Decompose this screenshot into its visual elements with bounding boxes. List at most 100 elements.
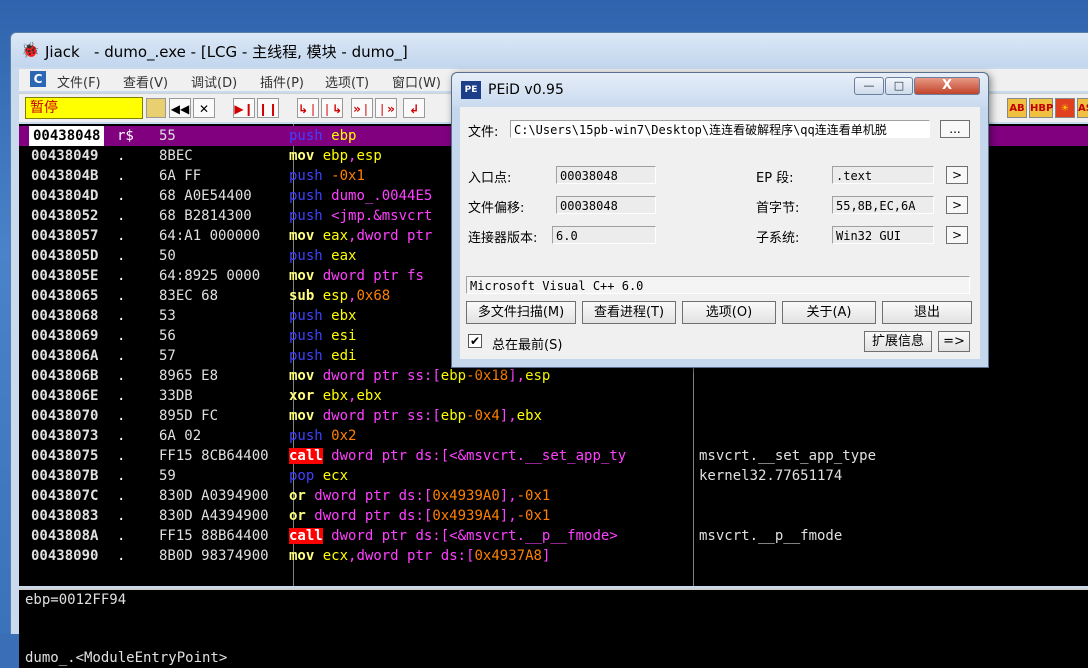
debugger-title: Jiack - dumo_.exe - [LCG - 主线程, 模块 - dum… <box>45 43 408 61</box>
asm-button[interactable]: ASM <box>1077 98 1088 118</box>
disasm-row[interactable]: 00438073. 6A 02 push 0x2 <box>19 426 1088 446</box>
row-address: 0043807B <box>31 468 99 484</box>
disasm-row[interactable]: 0043808A. FF15 88B64400 call dword ptr ds:… <box>19 526 1088 546</box>
menu-view[interactable]: 查看(V) <box>123 72 168 91</box>
row-marker: . <box>117 508 126 524</box>
about-button[interactable]: 关于(A) <box>782 301 876 324</box>
offset-label: 文件偏移: <box>468 201 525 216</box>
linker-version-field[interactable]: 6.0 <box>552 226 656 244</box>
row-hex: 6A FF <box>159 168 202 184</box>
close-icon[interactable]: X <box>914 77 980 95</box>
detection-result: Microsoft Visual C++ 6.0 <box>466 276 970 294</box>
open-folder-icon[interactable] <box>146 98 166 118</box>
subsystem-button[interactable]: > <box>946 226 968 244</box>
ep-section-button[interactable]: > <box>946 166 968 184</box>
hbp-button[interactable]: HBP <box>1029 98 1053 118</box>
row-hex: FF15 8CB64400 <box>159 448 269 464</box>
info-register: ebp=0012FF94 <box>25 592 127 608</box>
always-on-top-label: 总在最前(S) <box>492 338 563 353</box>
row-instruction: pop ecx <box>289 468 349 484</box>
trace-into-button[interactable]: »❘ <box>351 98 373 118</box>
row-hex: 6A 02 <box>159 428 202 444</box>
peid-title: PEiD v0.95 <box>488 82 564 98</box>
peid-titlebar[interactable]: PE PEiD v0.95 — □ X <box>452 73 988 107</box>
row-marker: r$ <box>117 128 134 144</box>
row-marker: . <box>117 268 126 284</box>
extended-info-arrow-button[interactable]: => <box>938 331 970 352</box>
entry-point-field[interactable]: 00038048 <box>556 166 656 184</box>
peid-logo-icon: PE <box>461 81 481 99</box>
row-address: 0043807C <box>31 488 99 504</box>
exit-button[interactable]: 退出 <box>882 301 972 324</box>
peid-body: 文件: C:\Users\15pb-win7\Desktop\连连看破解程序\q… <box>460 107 980 359</box>
ab-button[interactable]: AB <box>1007 98 1027 118</box>
step-into-button[interactable]: ↳❘ <box>297 98 319 118</box>
debugger-titlebar[interactable]: 🐞 Jiack - dumo_.exe - [LCG - 主线程, 模块 - d… <box>11 33 1088 67</box>
row-address: 00438069 <box>31 328 99 344</box>
disasm-row[interactable]: 0043806B. 8965 E8 mov dword ptr ss:[ebp-0x… <box>19 366 1088 386</box>
row-hex: 57 <box>159 348 176 364</box>
file-label: 文件: <box>468 125 499 140</box>
row-marker: . <box>117 528 126 544</box>
gear-icon[interactable]: ☀ <box>1055 98 1075 118</box>
row-comment: msvcrt.__set_app_type <box>699 448 877 464</box>
execute-till-return-button[interactable]: ↲ <box>403 98 425 118</box>
menu-debug[interactable]: 调试(D) <box>191 72 237 91</box>
row-marker: . <box>117 548 126 564</box>
row-marker: . <box>117 188 126 204</box>
row-comment: msvcrt.__p__fmode <box>699 528 843 544</box>
disasm-row[interactable]: 00438083. 830D A4394900 or dword ptr ds:[0… <box>19 506 1088 526</box>
options-button[interactable]: 选项(O) <box>682 301 776 324</box>
disasm-row[interactable]: 0043807B. 59 pop ecx kernel32.77651174 <box>19 466 1088 486</box>
always-on-top-checkbox[interactable]: ✔ <box>468 334 482 348</box>
run-button[interactable]: ▶❙ <box>233 98 255 118</box>
disasm-row[interactable]: 00438070. 895D FC mov dword ptr ss:[ebp-0x… <box>19 406 1088 426</box>
menu-file[interactable]: 文件(F) <box>57 72 101 91</box>
row-marker: . <box>117 348 126 364</box>
row-hex: 68 B2814300 <box>159 208 252 224</box>
disasm-row[interactable]: 00438075. FF15 8CB64400 call dword ptr ds:… <box>19 446 1088 466</box>
app-icon[interactable]: C <box>30 71 46 87</box>
status-paused: 暂停 <box>25 97 143 119</box>
menu-options[interactable]: 选项(T) <box>325 72 369 91</box>
row-marker: . <box>117 448 126 464</box>
restart-button[interactable]: ◀◀ <box>169 98 191 118</box>
menu-plugins[interactable]: 插件(P) <box>260 72 304 91</box>
row-address: 00438049 <box>31 148 99 164</box>
row-hex: 68 A0E54400 <box>159 188 252 204</box>
first-bytes-button[interactable]: > <box>946 196 968 214</box>
multi-scan-button[interactable]: 多文件扫描(M) <box>466 301 576 324</box>
row-address: 0043808A <box>31 528 99 544</box>
row-instruction: push 0x2 <box>289 428 357 444</box>
file-offset-field[interactable]: 00038048 <box>556 196 656 214</box>
close-button[interactable]: ✕ <box>193 98 215 118</box>
row-marker: . <box>117 228 126 244</box>
row-marker: . <box>117 248 126 264</box>
row-marker: . <box>117 388 126 404</box>
disasm-row[interactable]: 00438090. 8B0D 98374900 mov ecx,dword ptr … <box>19 546 1088 566</box>
trace-over-button[interactable]: ❘» <box>375 98 397 118</box>
row-marker: . <box>117 328 126 344</box>
menu-window[interactable]: 窗口(W) <box>392 72 441 91</box>
row-address: 0043805D <box>31 248 99 264</box>
row-instruction: call dword ptr ds:[<&msvcrt.__set_app_ty <box>289 448 627 464</box>
row-address: 00438048 <box>29 126 105 146</box>
first-bytes-field[interactable]: 55,8B,EC,6A <box>832 196 934 214</box>
browse-button[interactable]: ... <box>940 120 970 138</box>
extended-info-button[interactable]: 扩展信息 <box>864 331 932 352</box>
info-pane[interactable]: ebp=0012FF94 dumo_.<ModuleEntryPoint> <box>19 588 1088 668</box>
maximize-icon[interactable]: □ <box>885 77 913 95</box>
row-marker: . <box>117 408 126 424</box>
ep-section-field[interactable]: .text <box>832 166 934 184</box>
row-hex: 830D A4394900 <box>159 508 269 524</box>
step-over-button[interactable]: ❘↳ <box>321 98 343 118</box>
minimize-icon[interactable]: — <box>854 77 884 95</box>
disasm-row[interactable]: 0043807C. 830D A0394900 or dword ptr ds:[0… <box>19 486 1088 506</box>
disasm-row[interactable]: 0043806E. 33DB xor ebx,ebx <box>19 386 1088 406</box>
file-path-field[interactable]: C:\Users\15pb-win7\Desktop\连连看破解程序\qq连连看… <box>510 120 930 138</box>
row-hex: 64:A1 000000 <box>159 228 261 244</box>
subsystem-field[interactable]: Win32 GUI <box>832 226 934 244</box>
row-hex: 50 <box>159 248 176 264</box>
pause-button[interactable]: ❙❙ <box>257 98 279 118</box>
view-process-button[interactable]: 查看进程(T) <box>582 301 676 324</box>
